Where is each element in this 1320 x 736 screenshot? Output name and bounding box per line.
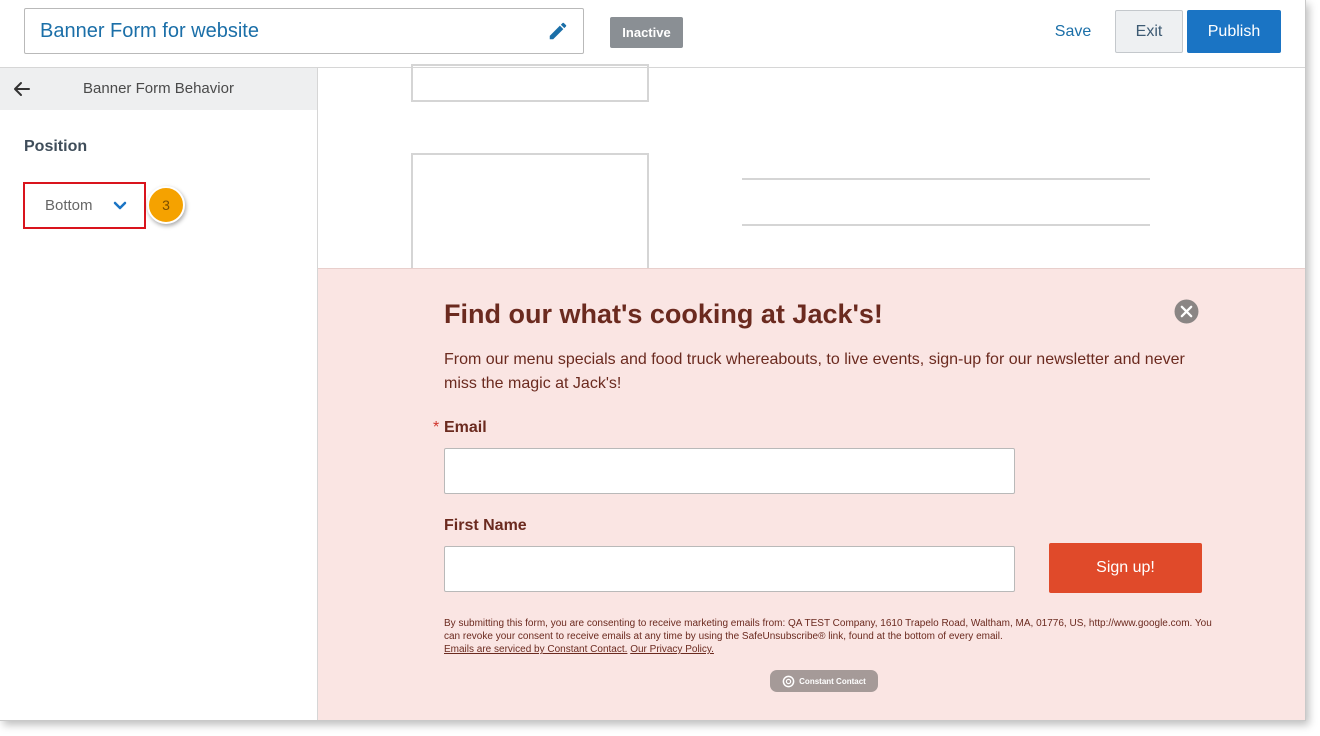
exit-button[interactable]: Exit (1115, 10, 1183, 53)
privacy-policy-link[interactable]: Our Privacy Policy. (630, 644, 714, 655)
banner-form: Find our what's cooking at Jack's! From … (318, 268, 1305, 720)
sidebar-title: Banner Form Behavior (83, 80, 234, 97)
step-marker: 3 (147, 186, 185, 224)
signup-button[interactable]: Sign up! (1049, 543, 1202, 593)
constant-contact-badge-label: Constant Contact (799, 676, 866, 686)
placeholder-line (742, 178, 1150, 180)
constant-contact-badge[interactable]: Constant Contact (770, 670, 878, 692)
email-field[interactable] (444, 448, 1015, 494)
status-badge: Inactive (610, 17, 683, 48)
position-label: Position (24, 138, 88, 155)
placeholder-box (411, 153, 649, 283)
first-name-field[interactable] (444, 546, 1015, 592)
form-title-field[interactable]: Banner Form for website (24, 8, 584, 54)
placeholder-box (411, 64, 649, 102)
top-bar: Banner Form for website Inactive Save Ex… (0, 0, 1305, 68)
banner-title: Find our what's cooking at Jack's! (444, 299, 883, 329)
form-title-text: Banner Form for website (40, 19, 259, 42)
first-name-label: First Name (444, 517, 527, 534)
required-marker: * (433, 419, 440, 436)
position-dropdown[interactable]: Bottom (23, 182, 146, 229)
constant-contact-link[interactable]: Emails are serviced by Constant Contact. (444, 644, 627, 655)
sidebar-header: Banner Form Behavior (0, 68, 317, 110)
sidebar: Banner Form Behavior Position Bottom 3 (0, 68, 318, 720)
consent-text: By submitting this form, you are consent… (444, 617, 1214, 656)
placeholder-line (742, 224, 1150, 226)
constant-contact-logo-icon (782, 675, 795, 687)
pencil-icon[interactable] (547, 20, 569, 42)
chevron-down-icon (113, 201, 127, 209)
preview-canvas: Find our what's cooking at Jack's! From … (318, 64, 1305, 720)
app-window: Banner Form for website Inactive Save Ex… (0, 0, 1306, 721)
banner-description: From our menu specials and food truck wh… (444, 351, 1185, 392)
email-label: Email (444, 419, 487, 436)
save-button[interactable]: Save (1046, 20, 1100, 44)
position-dropdown-value: Bottom (45, 197, 93, 214)
consent-body: By submitting this form, you are consent… (444, 618, 1212, 642)
close-icon[interactable] (1174, 299, 1199, 324)
publish-button[interactable]: Publish (1187, 10, 1281, 53)
arrow-left-icon[interactable] (12, 79, 32, 99)
